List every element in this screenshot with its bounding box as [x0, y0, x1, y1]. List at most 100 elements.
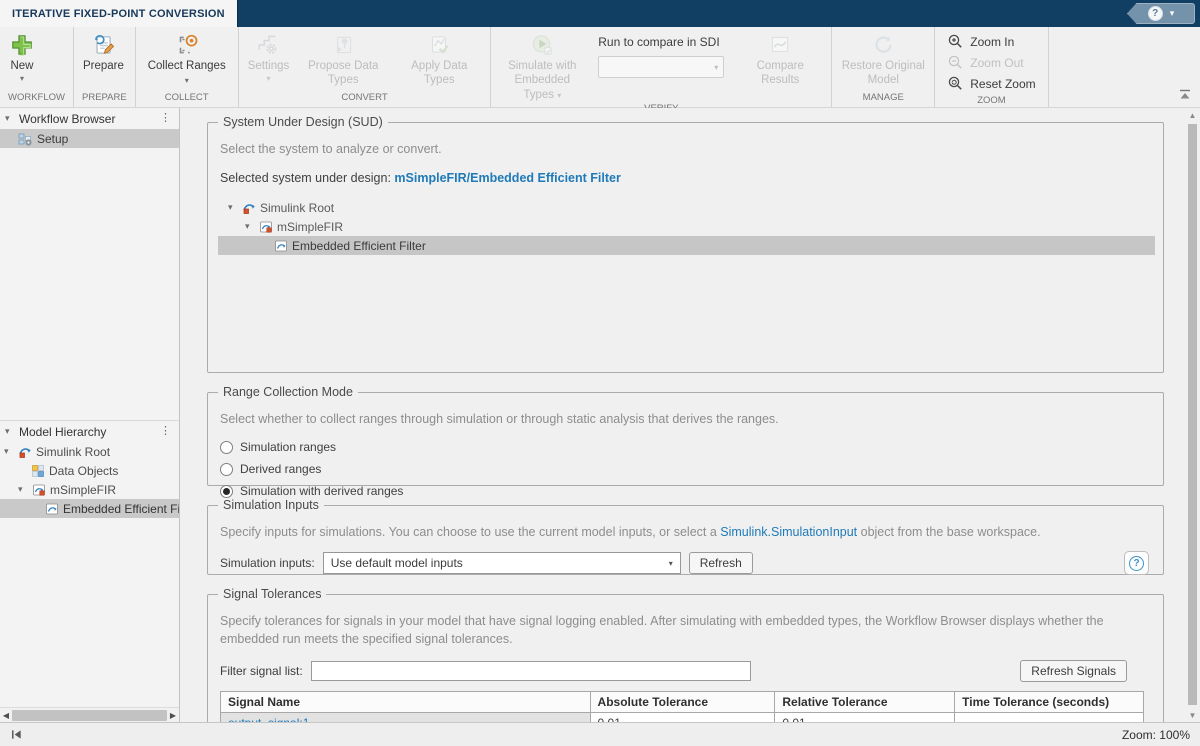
propose-data-types-button[interactable]: Propose Data Types [295, 29, 391, 88]
data-objects-icon [31, 464, 45, 478]
sud-node-simulink-root[interactable]: ▾ Simulink Root [218, 198, 1155, 217]
tree-node-label: Data Objects [49, 464, 118, 478]
relative-tolerance-cell[interactable]: 0.01 [775, 713, 955, 722]
refresh-button[interactable]: Refresh [689, 552, 753, 574]
toolbar-group-verify: Simulate with Embedded Types ▾ Run to co… [491, 27, 832, 107]
zoom-out-label: Zoom Out [970, 56, 1023, 70]
tree-node-simulink-root[interactable]: ▾ Simulink Root [0, 442, 179, 461]
workflow-browser-header[interactable]: ▾ Workflow Browser ⋮ [0, 108, 179, 129]
signal-name-cell[interactable]: output_signal:1 [221, 713, 591, 722]
tree-expander-icon[interactable]: ▾ [4, 446, 14, 457]
tab-iterative-fixed-point-conversion[interactable]: ITERATIVE FIXED-POINT CONVERSION [0, 0, 238, 27]
filter-signal-label: Filter signal list: [220, 664, 303, 678]
sud-node-msimplefir[interactable]: ▾ mSimpleFIR [218, 217, 1155, 236]
scroll-left-icon[interactable]: ◀ [0, 711, 12, 720]
title-banner: ITERATIVE FIXED-POINT CONVERSION ? ▾ [0, 0, 1200, 27]
collapse-toolbar-button[interactable] [1177, 88, 1193, 104]
simulation-inputs-section: Simulation Inputs Specify inputs for sim… [207, 498, 1164, 575]
tree-expander-icon[interactable]: ▾ [228, 202, 238, 213]
radio-icon[interactable] [220, 441, 233, 454]
zoom-in-button[interactable]: Zoom In [939, 31, 1043, 52]
collapse-arrow-icon[interactable]: ▾ [5, 426, 15, 437]
toolbar-group-manage: Restore Original Model MANAGE [832, 27, 935, 107]
simulation-inputs-combo[interactable]: Use default model inputs ▾ [323, 552, 681, 574]
toolbar-group-collect: Collect Ranges ▾ COLLECT [136, 27, 239, 107]
collect-ranges-icon [174, 32, 200, 58]
left-sidebar: ▾ Workflow Browser ⋮ Setup ▾ Model Hiera… [0, 108, 180, 722]
combo-caret-icon: ▾ [714, 63, 718, 72]
sdi-label: Run to compare in SDI [598, 35, 719, 49]
group-label-manage: MANAGE [832, 91, 934, 107]
workflow-browser-panel: ▾ Workflow Browser ⋮ Setup [0, 108, 179, 420]
filter-row: Filter signal list: Refresh Signals [220, 660, 1149, 682]
table-header-row: Signal Name Absolute Tolerance Relative … [221, 692, 1144, 713]
range-collection-description: Select whether to collect ranges through… [220, 410, 1149, 428]
combo-value: Use default model inputs [331, 556, 463, 570]
apply-data-types-button[interactable]: Apply Data Types [391, 29, 487, 88]
panel-menu-icon[interactable]: ⋮ [157, 113, 174, 124]
collapse-left-icon[interactable] [10, 728, 23, 741]
compare-results-button[interactable]: Compare Results [732, 29, 828, 88]
restore-original-model-button[interactable]: Restore Original Model [835, 29, 931, 88]
reset-zoom-button[interactable]: Reset Zoom [939, 73, 1043, 94]
status-bar: Zoom: 100% [0, 722, 1200, 746]
scroll-up-icon[interactable]: ▲ [1186, 108, 1199, 122]
sdi-combo[interactable]: ▾ [598, 56, 724, 78]
sud-node-embedded-efficient-filter[interactable]: Embedded Efficient Filter [218, 236, 1155, 255]
refresh-signals-button[interactable]: Refresh Signals [1020, 660, 1127, 682]
zoom-out-icon [947, 54, 964, 71]
absolute-tolerance-cell[interactable]: 0.01 [590, 713, 775, 722]
filter-signal-input[interactable] [311, 661, 751, 681]
radio-derived-ranges[interactable]: Derived ranges [220, 459, 1149, 479]
simulate-embedded-button[interactable]: Simulate with Embedded Types ▾ [494, 29, 590, 102]
radio-simulation-ranges[interactable]: Simulation ranges [220, 437, 1149, 457]
table-row: output_signal:1 0.01 0.01 [221, 713, 1144, 722]
col-header-signal-name[interactable]: Signal Name [221, 692, 591, 713]
new-button[interactable]: New ▾ [3, 29, 41, 84]
radio-icon[interactable] [220, 463, 233, 476]
dropdown-caret-icon: ▾ [557, 91, 561, 100]
group-label-prepare: PREPARE [74, 91, 135, 107]
zoom-out-button[interactable]: Zoom Out [939, 52, 1043, 73]
range-collection-legend: Range Collection Mode [218, 385, 358, 399]
new-label: New [10, 59, 33, 73]
model-hierarchy-header[interactable]: ▾ Model Hierarchy ⋮ [0, 421, 179, 442]
tree-node-embedded-efficient-filter[interactable]: Embedded Efficient Filter [0, 499, 179, 518]
prepare-label: Prepare [83, 59, 124, 73]
tree-expander-icon[interactable]: ▾ [18, 484, 28, 495]
settings-button[interactable]: Settings ▾ [242, 29, 296, 84]
section-help-button[interactable]: ? [1124, 551, 1149, 575]
main-vertical-scrollbar[interactable]: ▲ ▼ [1186, 108, 1199, 722]
scroll-down-icon[interactable]: ▼ [1186, 708, 1199, 722]
collect-ranges-button[interactable]: Collect Ranges ▾ [139, 29, 235, 88]
dropdown-caret-icon: ▾ [266, 74, 270, 84]
tree-node-msimplefir[interactable]: ▾ mSimpleFIR [0, 480, 179, 499]
col-header-time-tolerance[interactable]: Time Tolerance (seconds) [955, 692, 1144, 713]
selected-system-link[interactable]: mSimpleFIR/Embedded Efficient Filter [394, 171, 620, 185]
prepare-button[interactable]: Prepare [77, 29, 130, 73]
restore-label: Restore Original Model [841, 59, 925, 88]
panel-menu-icon[interactable]: ⋮ [157, 426, 174, 437]
time-tolerance-cell[interactable] [955, 713, 1144, 722]
help-button[interactable]: ? ▾ [1127, 3, 1195, 24]
col-header-absolute-tolerance[interactable]: Absolute Tolerance [590, 692, 775, 713]
tree-expander-icon[interactable]: ▾ [245, 221, 255, 232]
dropdown-caret-icon: ▾ [20, 74, 24, 84]
workflow-item-setup[interactable]: Setup [0, 129, 179, 148]
sidebar-horizontal-scrollbar[interactable]: ◀ ▶ [0, 707, 179, 722]
selected-system-line: Selected system under design: mSimpleFIR… [220, 171, 1149, 185]
scrollbar-thumb[interactable] [1188, 124, 1197, 705]
radio-checked-icon[interactable] [220, 485, 233, 498]
propose-data-types-icon [330, 32, 356, 58]
simulationinput-link[interactable]: Simulink.SimulationInput [720, 525, 857, 539]
tree-node-data-objects[interactable]: Data Objects [0, 461, 179, 480]
scrollbar-thumb[interactable] [12, 710, 167, 721]
selected-system-label: Selected system under design: [220, 171, 391, 185]
collapse-toolbar-icon [1177, 88, 1193, 101]
model-block-icon [32, 483, 46, 497]
zoom-level-label: Zoom: 100% [1122, 728, 1190, 742]
col-header-relative-tolerance[interactable]: Relative Tolerance [775, 692, 955, 713]
collapse-arrow-icon[interactable]: ▾ [5, 113, 15, 124]
scroll-right-icon[interactable]: ▶ [167, 711, 179, 720]
model-hierarchy-title: Model Hierarchy [19, 425, 153, 439]
